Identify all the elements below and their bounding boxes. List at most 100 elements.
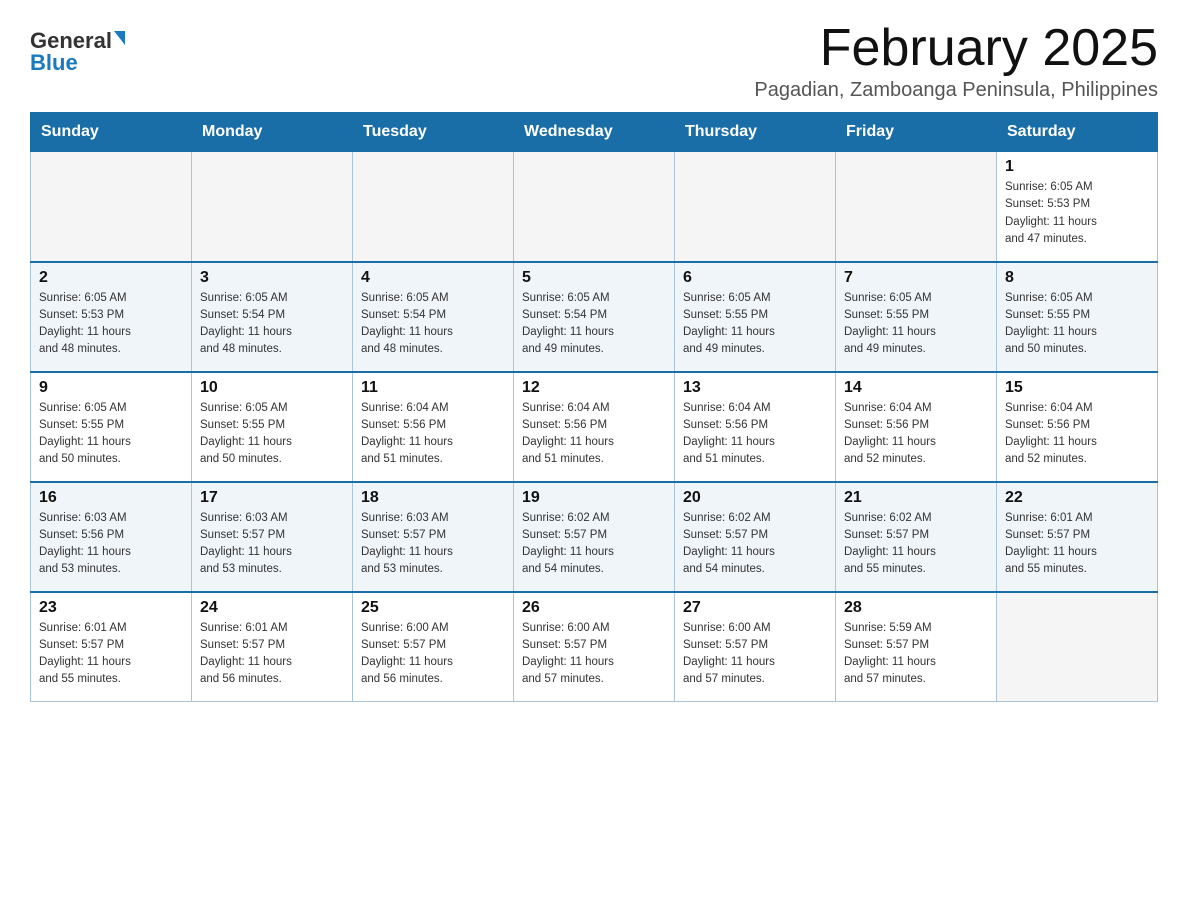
calendar-cell: 17 Sunrise: 6:03 AM Sunset: 5:57 PM Dayli… <box>192 482 353 592</box>
day-info: Sunrise: 6:05 AM Sunset: 5:55 PM Dayligh… <box>683 290 827 359</box>
day-info: Sunrise: 6:00 AM Sunset: 5:57 PM Dayligh… <box>361 620 505 689</box>
calendar-cell: 22 Sunrise: 6:01 AM Sunset: 5:57 PM Dayli… <box>997 482 1158 592</box>
days-of-week-row: SundayMondayTuesdayWednesdayThursdayFrid… <box>31 113 1158 152</box>
calendar-cell: 19Sunrise: 6:02 AM Sunset: 5:57 PM Dayli… <box>514 482 675 592</box>
weekday-header-saturday: Saturday <box>997 113 1158 152</box>
day-number: 18 <box>361 489 505 507</box>
day-info: Sunrise: 6:04 AM Sunset: 5:56 PM Dayligh… <box>361 400 505 469</box>
day-number: 26 <box>522 599 666 617</box>
week-row: 9 Sunrise: 6:05 AM Sunset: 5:55 PM Daylig… <box>31 372 1158 482</box>
day-number: 11 <box>361 379 505 397</box>
page-header: General Blue February 2025 Pagadian, Zam… <box>30 20 1158 102</box>
day-info: Sunrise: 6:04 AM Sunset: 5:56 PM Dayligh… <box>1005 400 1149 469</box>
day-number: 23 <box>39 599 183 617</box>
day-info: Sunrise: 6:03 AM Sunset: 5:57 PM Dayligh… <box>361 510 505 579</box>
calendar-cell: 25 Sunrise: 6:00 AM Sunset: 5:57 PM Dayli… <box>353 592 514 702</box>
calendar-cell <box>514 152 675 262</box>
calendar-cell: 15 Sunrise: 6:04 AM Sunset: 5:56 PM Dayli… <box>997 372 1158 482</box>
day-info: Sunrise: 6:04 AM Sunset: 5:56 PM Dayligh… <box>522 400 666 469</box>
calendar-table: SundayMondayTuesdayWednesdayThursdayFrid… <box>30 112 1158 702</box>
calendar-cell: 7 Sunrise: 6:05 AM Sunset: 5:55 PM Daylig… <box>836 262 997 372</box>
weekday-header-wednesday: Wednesday <box>514 113 675 152</box>
calendar-cell: 18 Sunrise: 6:03 AM Sunset: 5:57 PM Dayli… <box>353 482 514 592</box>
weekday-header-monday: Monday <box>192 113 353 152</box>
week-row: 1 Sunrise: 6:05 AM Sunset: 5:53 PM Daylig… <box>31 152 1158 262</box>
week-row: 2 Sunrise: 6:05 AM Sunset: 5:53 PM Daylig… <box>31 262 1158 372</box>
calendar-cell: 12 Sunrise: 6:04 AM Sunset: 5:56 PM Dayli… <box>514 372 675 482</box>
day-info: Sunrise: 6:05 AM Sunset: 5:55 PM Dayligh… <box>39 400 183 469</box>
day-info: Sunrise: 6:05 AM Sunset: 5:54 PM Dayligh… <box>200 290 344 359</box>
day-number: 27 <box>683 599 827 617</box>
day-number: 22 <box>1005 489 1149 507</box>
calendar-cell <box>353 152 514 262</box>
weekday-header-friday: Friday <box>836 113 997 152</box>
calendar-cell <box>997 592 1158 702</box>
day-number: 24 <box>200 599 344 617</box>
day-info: Sunrise: 6:05 AM Sunset: 5:54 PM Dayligh… <box>361 290 505 359</box>
day-info: Sunrise: 6:05 AM Sunset: 5:53 PM Dayligh… <box>1005 179 1149 248</box>
day-info: Sunrise: 6:03 AM Sunset: 5:56 PM Dayligh… <box>39 510 183 579</box>
day-info: Sunrise: 6:01 AM Sunset: 5:57 PM Dayligh… <box>1005 510 1149 579</box>
day-number: 17 <box>200 489 344 507</box>
calendar-cell: 21 Sunrise: 6:02 AM Sunset: 5:57 PM Dayli… <box>836 482 997 592</box>
day-number: 12 <box>522 379 666 397</box>
logo-blue: Blue <box>30 52 78 74</box>
day-info: Sunrise: 6:05 AM Sunset: 5:55 PM Dayligh… <box>844 290 988 359</box>
day-info: Sunrise: 6:05 AM Sunset: 5:54 PM Dayligh… <box>522 290 666 359</box>
day-number: 2 <box>39 269 183 287</box>
day-info: Sunrise: 6:05 AM Sunset: 5:53 PM Dayligh… <box>39 290 183 359</box>
week-row: 23 Sunrise: 6:01 AM Sunset: 5:57 PM Dayli… <box>31 592 1158 702</box>
day-number: 14 <box>844 379 988 397</box>
title-section: February 2025 Pagadian, Zamboanga Penins… <box>754 20 1158 102</box>
calendar-cell: 4Sunrise: 6:05 AM Sunset: 5:54 PM Daylig… <box>353 262 514 372</box>
day-number: 7 <box>844 269 988 287</box>
calendar-cell <box>31 152 192 262</box>
day-info: Sunrise: 6:02 AM Sunset: 5:57 PM Dayligh… <box>683 510 827 579</box>
calendar-cell: 11 Sunrise: 6:04 AM Sunset: 5:56 PM Dayli… <box>353 372 514 482</box>
day-number: 3 <box>200 269 344 287</box>
day-number: 19 <box>522 489 666 507</box>
day-info: Sunrise: 6:02 AM Sunset: 5:57 PM Dayligh… <box>844 510 988 579</box>
calendar-cell: 8 Sunrise: 6:05 AM Sunset: 5:55 PM Daylig… <box>997 262 1158 372</box>
calendar-cell: 1 Sunrise: 6:05 AM Sunset: 5:53 PM Daylig… <box>997 152 1158 262</box>
day-number: 9 <box>39 379 183 397</box>
calendar-cell: 27Sunrise: 6:00 AM Sunset: 5:57 PM Dayli… <box>675 592 836 702</box>
calendar-cell: 14Sunrise: 6:04 AM Sunset: 5:56 PM Dayli… <box>836 372 997 482</box>
day-info: Sunrise: 6:05 AM Sunset: 5:55 PM Dayligh… <box>200 400 344 469</box>
calendar-cell: 9 Sunrise: 6:05 AM Sunset: 5:55 PM Daylig… <box>31 372 192 482</box>
calendar-cell: 6 Sunrise: 6:05 AM Sunset: 5:55 PM Daylig… <box>675 262 836 372</box>
logo-arrow-icon <box>114 31 125 45</box>
day-info: Sunrise: 6:00 AM Sunset: 5:57 PM Dayligh… <box>522 620 666 689</box>
calendar-cell <box>836 152 997 262</box>
day-number: 8 <box>1005 269 1149 287</box>
calendar-cell <box>675 152 836 262</box>
day-info: Sunrise: 6:05 AM Sunset: 5:55 PM Dayligh… <box>1005 290 1149 359</box>
day-info: Sunrise: 6:01 AM Sunset: 5:57 PM Dayligh… <box>39 620 183 689</box>
day-number: 15 <box>1005 379 1149 397</box>
month-title: February 2025 <box>754 20 1158 77</box>
day-number: 13 <box>683 379 827 397</box>
day-number: 21 <box>844 489 988 507</box>
day-number: 1 <box>1005 158 1149 176</box>
logo: General Blue <box>30 30 125 74</box>
day-number: 28 <box>844 599 988 617</box>
day-number: 6 <box>683 269 827 287</box>
weekday-header-thursday: Thursday <box>675 113 836 152</box>
calendar-cell: 24 Sunrise: 6:01 AM Sunset: 5:57 PM Dayli… <box>192 592 353 702</box>
calendar-cell: 3 Sunrise: 6:05 AM Sunset: 5:54 PM Daylig… <box>192 262 353 372</box>
location-subtitle: Pagadian, Zamboanga Peninsula, Philippin… <box>754 79 1158 102</box>
calendar-cell: 10 Sunrise: 6:05 AM Sunset: 5:55 PM Dayli… <box>192 372 353 482</box>
calendar-cell <box>192 152 353 262</box>
calendar-cell: 2 Sunrise: 6:05 AM Sunset: 5:53 PM Daylig… <box>31 262 192 372</box>
day-number: 25 <box>361 599 505 617</box>
day-info: Sunrise: 5:59 AM Sunset: 5:57 PM Dayligh… <box>844 620 988 689</box>
logo-general: General <box>30 30 112 52</box>
calendar-cell: 5Sunrise: 6:05 AM Sunset: 5:54 PM Daylig… <box>514 262 675 372</box>
day-number: 20 <box>683 489 827 507</box>
day-info: Sunrise: 6:01 AM Sunset: 5:57 PM Dayligh… <box>200 620 344 689</box>
calendar-cell: 13 Sunrise: 6:04 AM Sunset: 5:56 PM Dayli… <box>675 372 836 482</box>
day-info: Sunrise: 6:04 AM Sunset: 5:56 PM Dayligh… <box>683 400 827 469</box>
day-info: Sunrise: 6:03 AM Sunset: 5:57 PM Dayligh… <box>200 510 344 579</box>
day-number: 10 <box>200 379 344 397</box>
calendar-cell: 20 Sunrise: 6:02 AM Sunset: 5:57 PM Dayli… <box>675 482 836 592</box>
